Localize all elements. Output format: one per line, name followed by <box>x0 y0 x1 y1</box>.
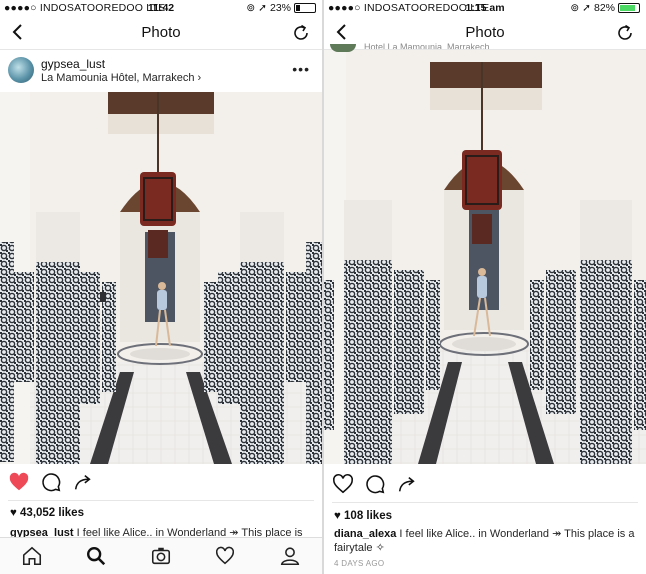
battery-icon <box>294 3 316 13</box>
post-timestamp: 4 DAYS AGO <box>334 559 385 568</box>
post-actions <box>0 466 322 500</box>
comment-icon[interactable] <box>364 473 386 495</box>
status-bar: ●●●●○ INDOSATOOREDOO LTE 1:15 am ⊚ ➚ 82% <box>324 0 646 16</box>
alarm-icon: ⊚ <box>570 2 580 14</box>
divider <box>332 502 638 503</box>
post-photo[interactable] <box>0 92 322 464</box>
heart-outline-icon[interactable] <box>332 473 354 495</box>
heart-icon[interactable] <box>214 545 236 567</box>
post-actions <box>324 468 646 502</box>
post-photo[interactable] <box>324 50 646 464</box>
refresh-icon[interactable] <box>292 24 310 42</box>
search-icon[interactable] <box>85 545 107 567</box>
home-icon[interactable] <box>21 545 43 567</box>
share-icon[interactable] <box>396 473 418 495</box>
like-count[interactable]: ♥ 43,052 likes <box>10 507 84 519</box>
more-options-icon[interactable]: ••• <box>292 61 310 77</box>
left-screenshot: ●●●●○ INDOSATOOREDOO LTE 11:42 ⊚ ➚ 23% P… <box>0 0 322 574</box>
right-screenshot: ●●●●○ INDOSATOOREDOO LTE 1:15 am ⊚ ➚ 82%… <box>324 0 646 574</box>
like-count[interactable]: ♥ 108 likes <box>334 510 392 522</box>
alarm-icon: ⊚ <box>246 2 256 14</box>
nav-bar: Photo <box>0 16 322 50</box>
battery-icon <box>618 3 640 13</box>
page-title: Photo <box>465 24 505 41</box>
heart-filled-icon[interactable] <box>8 471 30 493</box>
refresh-icon[interactable] <box>616 24 634 42</box>
comment-icon[interactable] <box>40 471 62 493</box>
post-location[interactable]: La Mamounia Hôtel, Marrakech › <box>41 72 201 84</box>
battery-percent: 82% <box>593 2 615 14</box>
profile-icon[interactable] <box>279 545 301 567</box>
tab-bar <box>0 537 322 574</box>
location-arrow-icon: ➚ <box>258 2 267 14</box>
share-icon[interactable] <box>72 471 94 493</box>
caption-username[interactable]: diana_alexa <box>334 528 396 540</box>
post-caption: diana_alexa I feel like Alice.. in Wonde… <box>334 527 636 555</box>
location-arrow-icon: ➚ <box>582 2 591 14</box>
avatar[interactable] <box>330 44 356 52</box>
avatar[interactable] <box>8 57 34 83</box>
hidden-location-text: Hotel La Mamounia, Marrakech <box>364 43 490 49</box>
post-username[interactable]: gypsea_lust <box>41 57 105 71</box>
status-bar: ●●●●○ INDOSATOOREDOO LTE 11:42 ⊚ ➚ 23% <box>0 0 322 16</box>
divider <box>8 500 314 501</box>
hallway-photo <box>324 50 646 464</box>
post-header: gypsea_lust La Mamounia Hôtel, Marrakech… <box>0 50 322 92</box>
hallway-photo <box>0 92 322 464</box>
camera-icon[interactable] <box>150 545 172 567</box>
page-title: Photo <box>141 24 181 41</box>
battery-percent: 23% <box>269 2 291 14</box>
